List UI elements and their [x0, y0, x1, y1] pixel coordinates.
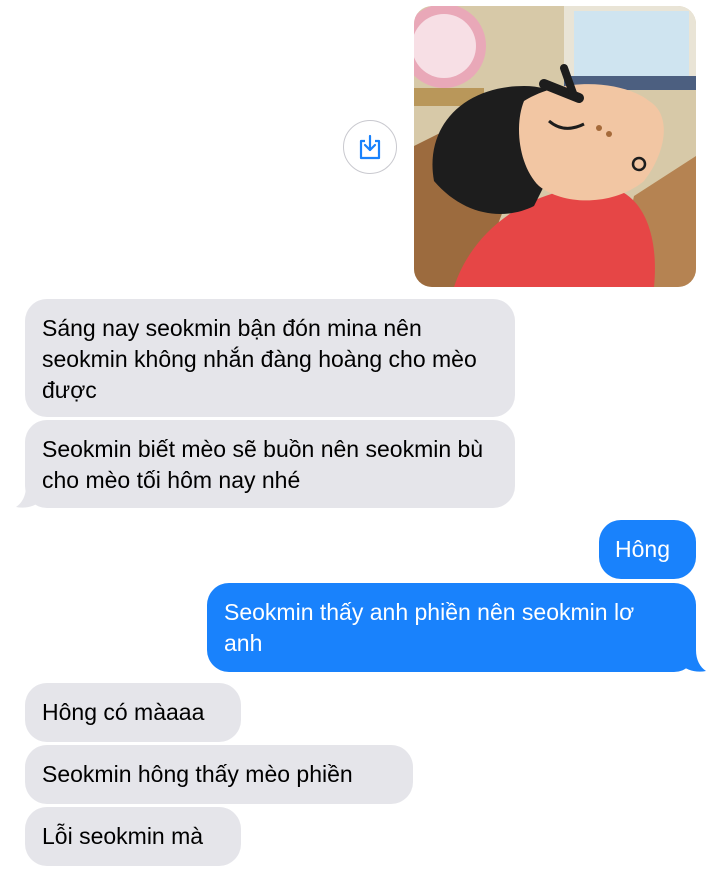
save-share-icon [359, 134, 381, 160]
message-text: Hông có màaaa [42, 699, 205, 725]
message-text: Seokmin biết mèo sẽ buồn nên seokmin bù … [42, 436, 484, 493]
message-text: Seokmin hông thấy mèo phiền [42, 761, 353, 787]
incoming-message-bubble[interactable]: Lỗi seokmin mà [25, 807, 241, 866]
incoming-message-bubble[interactable]: Sáng nay seokmin bận đón mina nên seokmi… [25, 299, 515, 417]
message-text: Seokmin thấy anh phiền nên seokmin lơ an… [224, 599, 635, 656]
message-text: Lỗi seokmin mà [42, 823, 204, 849]
incoming-message-bubble[interactable]: Hông có màaaa [25, 683, 241, 742]
message-text: Hông [615, 536, 670, 562]
incoming-message-bubble[interactable]: Seokmin hông thấy mèo phiền [25, 745, 413, 804]
incoming-bubble-tail [16, 486, 42, 508]
message-text: Sáng nay seokmin bận đón mina nên seokmi… [42, 315, 477, 403]
image-message[interactable] [414, 6, 696, 287]
outgoing-bubble-tail [680, 650, 706, 672]
outgoing-message-bubble[interactable]: Hông [599, 520, 696, 579]
save-image-button[interactable] [343, 120, 397, 174]
incoming-message-bubble[interactable]: Seokmin biết mèo sẽ buồn nên seokmin bù … [25, 420, 515, 508]
cartoon-image [414, 6, 696, 287]
outgoing-message-bubble[interactable]: Seokmin thấy anh phiền nên seokmin lơ an… [207, 583, 696, 672]
